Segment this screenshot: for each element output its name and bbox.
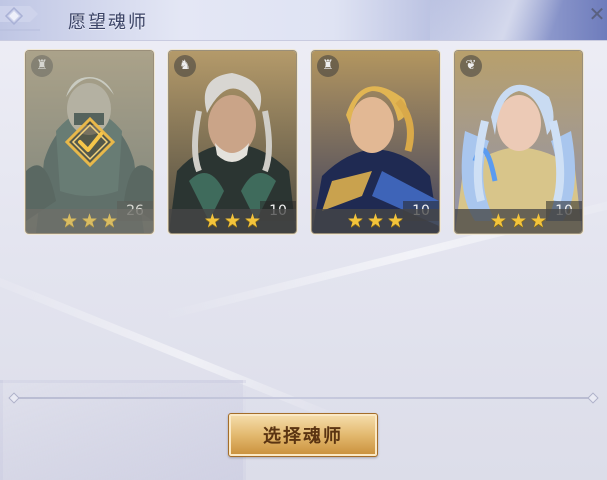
selected-checkmark-icon — [65, 117, 115, 167]
star-rating: ★ ★ ★ — [312, 209, 439, 233]
divider-line — [8, 392, 599, 404]
star-icon: ★ — [489, 209, 507, 232]
star-icon: ★ — [203, 209, 221, 232]
dialog-title: 愿望魂师 — [68, 12, 148, 33]
star-rating: ★ ★ ★ — [455, 209, 582, 233]
star-icon: ★ — [101, 209, 119, 232]
bird-icon: ♞ — [174, 55, 196, 77]
star-rating: ★ ★ ★ — [169, 209, 296, 233]
star-icon: ★ — [509, 209, 528, 232]
star-icon: ★ — [244, 209, 262, 232]
star-icon: ★ — [366, 209, 385, 232]
close-button[interactable]: ✕ — [586, 4, 607, 26]
hero-card-3[interactable]: ♜ 10 ★ ★ ★ — [312, 51, 439, 233]
select-hero-button-label: 选择魂师 — [263, 426, 343, 447]
dialog-header: 愿望魂师 ✕ — [0, 0, 607, 40]
dialog-panel: 愿望魂师 ✕ ♜ 26 — [0, 0, 607, 480]
star-icon: ★ — [223, 209, 242, 232]
select-hero-button[interactable]: 选择魂师 — [228, 413, 378, 457]
hero-card-4[interactable]: ❦ 10 ★ ★ ★ — [455, 51, 582, 233]
close-icon: ✕ — [588, 2, 606, 26]
star-icon: ★ — [346, 209, 364, 232]
hero-card-1[interactable]: ♜ 26 ★ ★ ★ — [26, 51, 153, 233]
tower-icon: ♜ — [317, 55, 339, 77]
wing-icon: ❦ — [460, 55, 482, 77]
tower-icon: ♜ — [31, 55, 53, 77]
hero-card-2[interactable]: ♞ 10 ★ ★ ★ — [169, 51, 296, 233]
header-shine — [430, 0, 607, 40]
star-icon: ★ — [80, 209, 99, 232]
background-shade — [0, 380, 246, 480]
star-icon: ★ — [387, 209, 405, 232]
star-rating: ★ ★ ★ — [26, 209, 153, 233]
star-icon: ★ — [60, 209, 78, 232]
divider-diamond-icon — [587, 392, 599, 404]
star-icon: ★ — [530, 209, 548, 232]
header-ornament-icon — [0, 6, 40, 31]
